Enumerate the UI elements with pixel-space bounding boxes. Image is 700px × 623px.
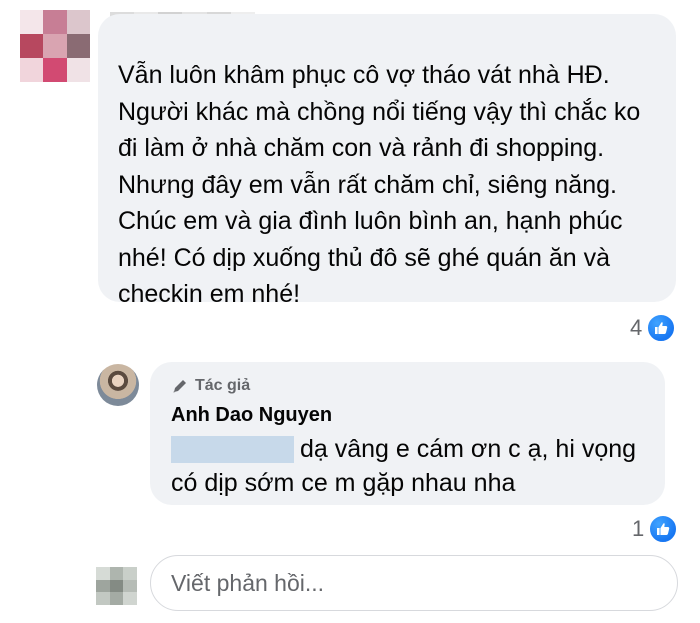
reply-author-name[interactable]: Anh Dao Nguyen [171, 404, 332, 427]
like-icon [648, 514, 679, 544]
reply-text-line2: có dịp sớm ce m gặp nhau nha [171, 469, 516, 497]
reaction-count: 4 [630, 315, 643, 340]
like-icon [646, 313, 677, 343]
pen-icon [173, 380, 186, 393]
commenter-avatar[interactable] [20, 10, 90, 82]
reaction-count: 1 [632, 516, 645, 541]
author-badge: Tác giả [171, 377, 250, 395]
reply-reactions[interactable]: 1 [632, 514, 679, 544]
comment-text: Vẫn luôn khâm phục cô vợ tháo vát nhà HĐ… [118, 61, 641, 308]
reply-text-line1: dạ vâng e cám ơn c ạ, hi vọng [300, 435, 637, 463]
author-avatar[interactable] [97, 364, 139, 406]
tagged-name-blurred[interactable] [171, 436, 294, 463]
my-avatar-blurred[interactable] [96, 567, 137, 605]
comment-reactions[interactable]: 4 [630, 313, 677, 343]
reply-input[interactable] [150, 555, 678, 611]
author-badge-label: Tác giả [195, 377, 251, 394]
